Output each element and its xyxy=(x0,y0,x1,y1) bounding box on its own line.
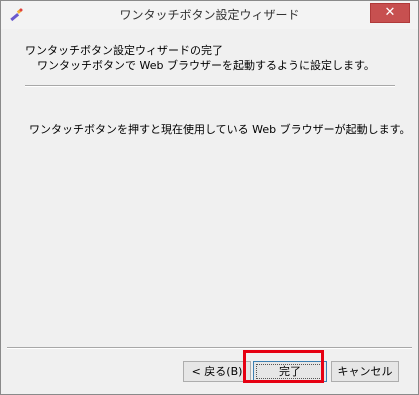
window-title: ワンタッチボタン設定ウィザード xyxy=(119,8,300,22)
footer-divider xyxy=(7,347,412,349)
close-button[interactable]: ✕ xyxy=(370,3,410,23)
cancel-button[interactable]: キャンセル xyxy=(331,361,399,382)
finish-highlight-frame xyxy=(243,350,324,383)
back-button[interactable]: < 戻る(B) xyxy=(183,361,251,382)
wizard-heading: ワンタッチボタン設定ウィザードの完了 xyxy=(25,44,223,57)
wizard-subheading: ワンタッチボタンで Web ブラウザーを起動するように設定します。 xyxy=(37,59,375,72)
wizard-message: ワンタッチボタンを押すと現在使用している Web ブラウザーが起動します。 xyxy=(29,123,411,136)
wizard-window: ワンタッチボタン設定ウィザード ✕ ワンタッチボタン設定ウィザードの完了 ワンタ… xyxy=(0,0,419,395)
title-bar[interactable]: ワンタッチボタン設定ウィザード ✕ xyxy=(1,1,418,29)
close-icon: ✕ xyxy=(384,5,396,20)
header-divider xyxy=(25,85,395,87)
wizard-content: ワンタッチボタン設定ウィザードの完了 ワンタッチボタンで Web ブラウザーを起… xyxy=(7,29,412,387)
